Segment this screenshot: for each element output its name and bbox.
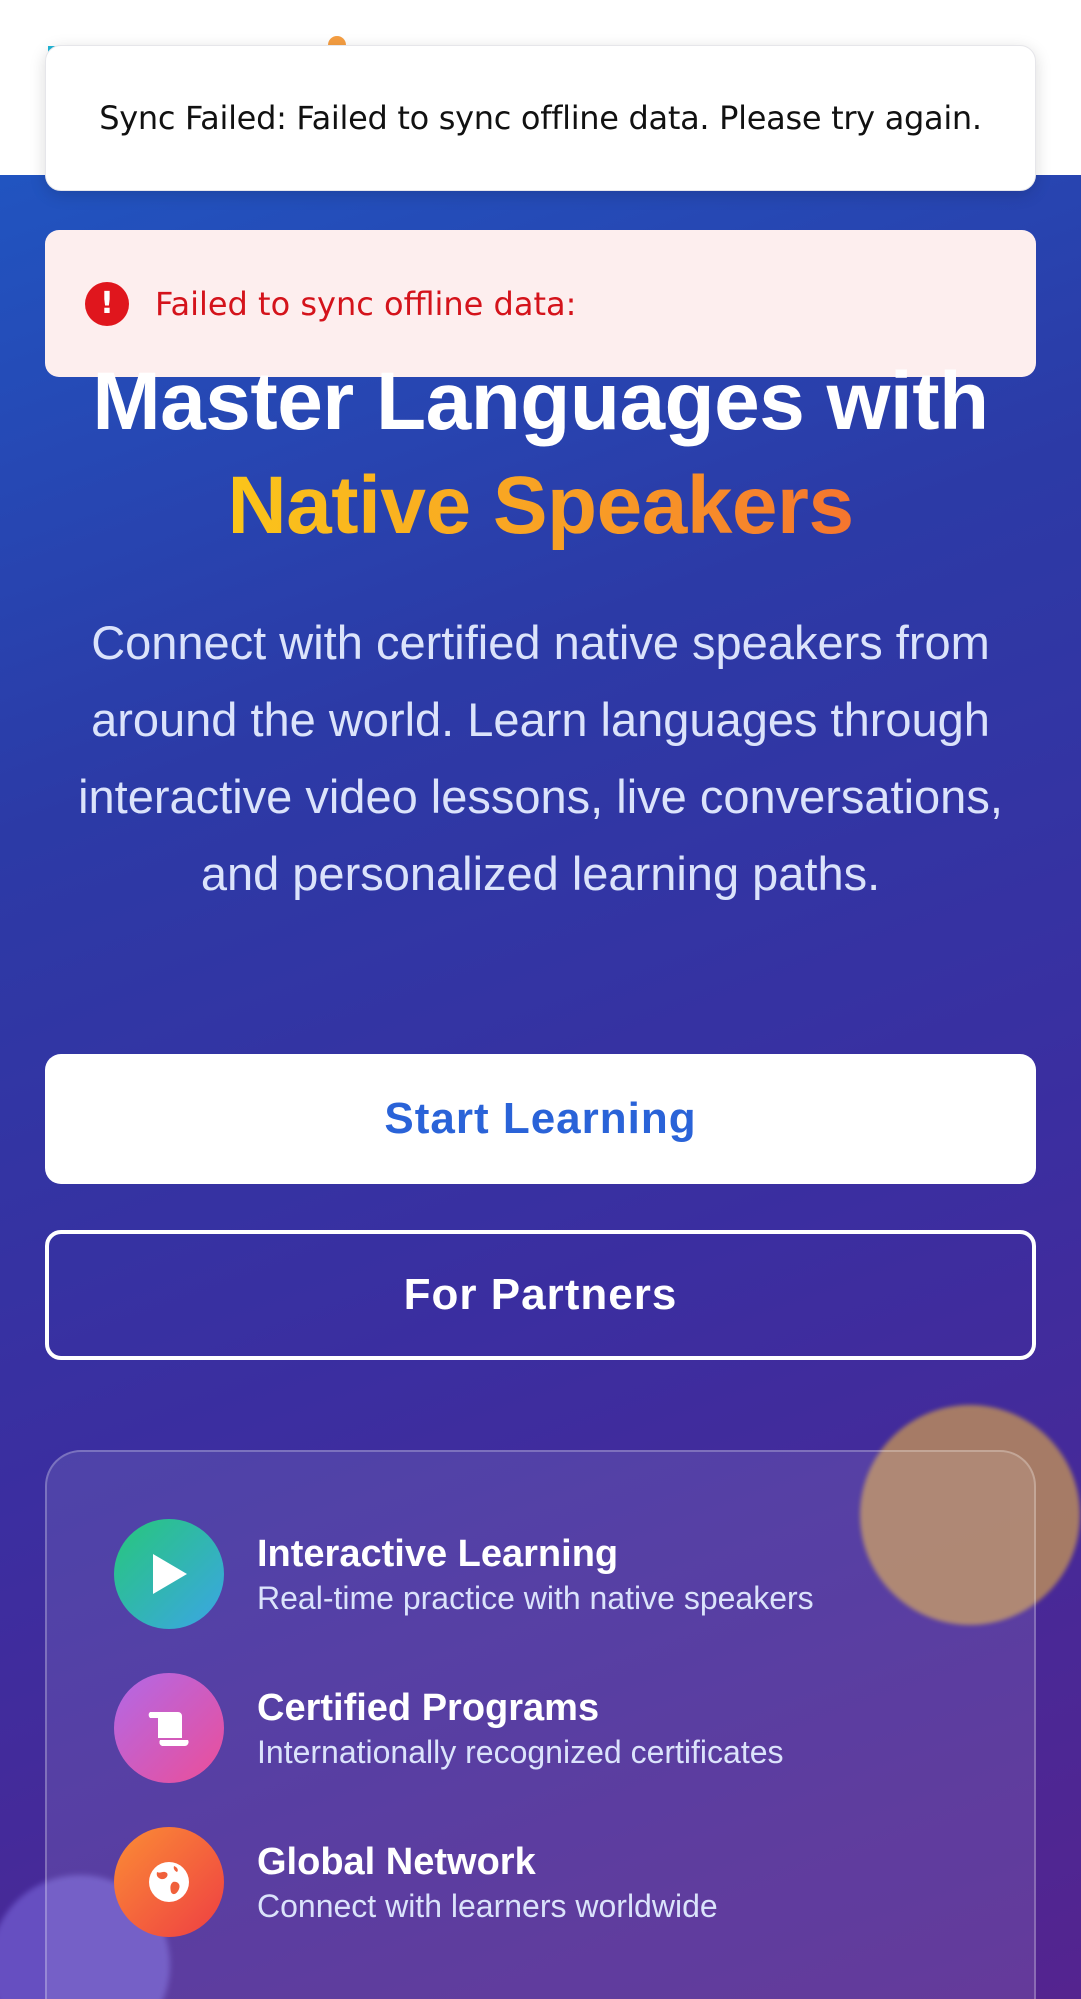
hero-title: Master Languages with Native Speakers <box>0 350 1081 558</box>
feature-title: Global Network <box>257 1841 536 1883</box>
toast-message: Sync Failed: Failed to sync offline data… <box>99 99 982 137</box>
feature-description: Internationally recognized certificates <box>257 1734 784 1770</box>
feature-description: Connect with learners worldwide <box>257 1888 718 1924</box>
globe-icon <box>114 1827 224 1937</box>
certificate-icon <box>114 1673 224 1783</box>
hero-subtitle: Connect with certified native speakers f… <box>78 616 1003 900</box>
features-card: Interactive Learning Real-time practice … <box>45 1450 1036 1999</box>
feature-item-certified-programs: Certified Programs Internationally recog… <box>114 1672 994 1784</box>
hero-title-line1: Master Languages with <box>92 356 989 447</box>
feature-title: Interactive Learning <box>257 1533 619 1575</box>
feature-item-interactive-learning: Interactive Learning Real-time practice … <box>114 1518 994 1630</box>
sync-failed-toast[interactable]: Sync Failed: Failed to sync offline data… <box>45 45 1036 191</box>
feature-item-global-network: Global Network Connect with learners wor… <box>114 1826 994 1938</box>
play-icon <box>114 1519 224 1629</box>
hero-title-accent: Native Speakers <box>227 460 854 551</box>
error-icon: ! <box>85 281 129 326</box>
start-learning-button[interactable]: Start Learning <box>45 1054 1036 1184</box>
for-partners-button[interactable]: For Partners <box>45 1230 1036 1360</box>
feature-title: Certified Programs <box>257 1687 600 1729</box>
alert-message: Failed to sync offline data: <box>155 284 577 323</box>
feature-description: Real-time practice with native speakers <box>257 1580 814 1616</box>
